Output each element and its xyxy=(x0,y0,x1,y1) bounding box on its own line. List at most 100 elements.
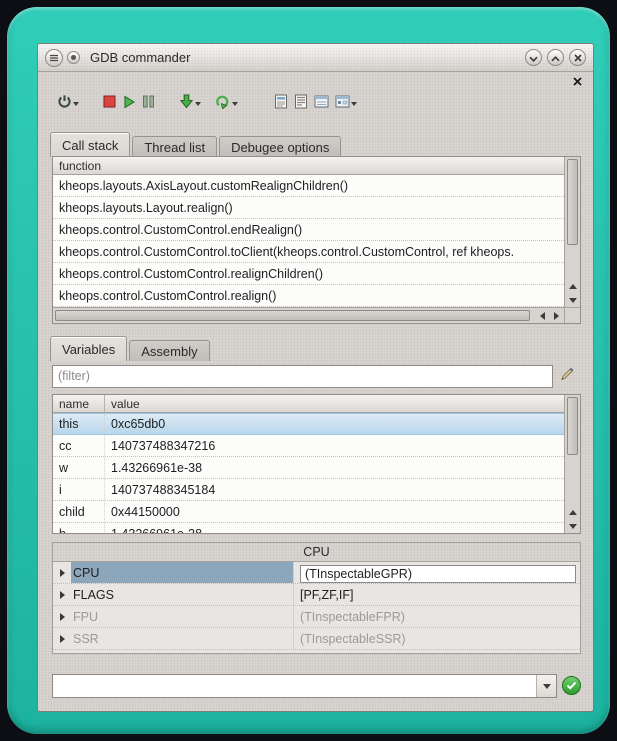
cpu-register-group[interactable]: FPU xyxy=(71,606,293,627)
dropdown-arrow-icon[interactable] xyxy=(232,102,238,106)
variables-tab-bar: Variables Assembly xyxy=(50,336,212,361)
message-list-button[interactable] xyxy=(291,91,311,117)
variable-row[interactable]: cc 140737488347216 xyxy=(53,435,564,457)
step-into-button[interactable] xyxy=(176,91,204,117)
variable-row[interactable]: i 140737488345184 xyxy=(53,479,564,501)
variable-row[interactable]: w 1.43266961e-38 xyxy=(53,457,564,479)
scroll-down-button[interactable] xyxy=(565,519,580,533)
dropdown-arrow-icon[interactable] xyxy=(351,102,357,106)
scrollbar-thumb[interactable] xyxy=(567,159,578,245)
step-into-icon xyxy=(179,94,194,114)
window-search-icon xyxy=(335,95,350,113)
memory-window-button[interactable] xyxy=(311,91,332,117)
call-stack-horizontal-scrollbar[interactable] xyxy=(53,307,564,323)
cpu-row[interactable]: FPU (TInspectableFPR) xyxy=(53,606,580,628)
stop-button[interactable] xyxy=(100,91,119,117)
debug-toolbar xyxy=(54,90,360,118)
power-icon xyxy=(57,94,72,114)
gdb-command-combobox[interactable] xyxy=(52,674,557,698)
combobox-dropdown-button[interactable] xyxy=(536,675,556,697)
call-stack-row[interactable]: kheops.layouts.Layout.realign() xyxy=(53,197,564,219)
cpu-panel-title: CPU xyxy=(53,543,580,561)
variable-value: 140737488345184 xyxy=(105,479,564,500)
scroll-down-button[interactable] xyxy=(565,293,580,307)
power-button[interactable] xyxy=(54,91,82,117)
variable-value: 140737488347216 xyxy=(105,435,564,456)
variables-vertical-scrollbar[interactable] xyxy=(564,395,580,533)
scrollbar-corner xyxy=(564,307,580,323)
maximize-button[interactable] xyxy=(547,49,564,66)
scrollbar-thumb[interactable] xyxy=(55,310,530,321)
filter-row xyxy=(52,364,581,388)
cpu-register-group[interactable]: SSR xyxy=(71,628,293,649)
call-stack-column-header[interactable]: function xyxy=(53,157,564,175)
list-icon xyxy=(294,94,308,114)
stop-icon xyxy=(103,95,116,113)
scrollbar-thumb[interactable] xyxy=(567,397,578,455)
cpu-value-editor[interactable]: (TInspectableGPR) xyxy=(300,565,576,583)
window-icon xyxy=(314,95,329,113)
tab-thread-list[interactable]: Thread list xyxy=(132,136,217,157)
cpu-register-value: (TInspectableSSR) xyxy=(293,628,580,649)
cpu-register-tree: CPU (TInspectableGPR) FLAGS [PF,ZF,IF] F… xyxy=(53,561,580,653)
titlebar[interactable]: GDB commander xyxy=(38,44,593,72)
variable-row[interactable]: this 0xc65db0 xyxy=(53,413,564,435)
close-button[interactable] xyxy=(569,49,586,66)
call-stack-list: function kheops.layouts.AxisLayout.custo… xyxy=(53,157,564,307)
minimize-button[interactable] xyxy=(525,49,542,66)
expand-icon[interactable] xyxy=(53,584,71,605)
variables-list: this 0xc65db0 cc 140737488347216 w 1.432… xyxy=(53,413,564,533)
filter-options-button[interactable] xyxy=(559,366,575,387)
tab-variables[interactable]: Variables xyxy=(50,336,127,361)
pin-button[interactable] xyxy=(67,51,80,64)
chevron-down-icon xyxy=(529,49,538,67)
cpu-row[interactable]: SSR (TInspectableSSR) xyxy=(53,628,580,650)
call-stack-row[interactable]: kheops.control.CustomControl.toClient(kh… xyxy=(53,241,564,263)
cpu-row[interactable]: FLAGS [PF,ZF,IF] xyxy=(53,584,580,606)
tab-debugee-options[interactable]: Debugee options xyxy=(219,136,341,157)
variable-row[interactable]: child 0x44150000 xyxy=(53,501,564,523)
call-stack-vertical-scrollbar[interactable] xyxy=(564,157,580,307)
scroll-left-button[interactable] xyxy=(535,308,550,323)
chevron-up-icon xyxy=(551,49,560,67)
call-stack-row[interactable]: kheops.control.CustomControl.realignChil… xyxy=(53,263,564,285)
scroll-up-button[interactable] xyxy=(565,279,580,293)
filter-input[interactable] xyxy=(52,365,553,388)
variable-row[interactable]: b 1.43266961e-38 xyxy=(53,523,564,533)
dropdown-arrow-icon[interactable] xyxy=(195,102,201,106)
pause-button[interactable] xyxy=(139,91,158,117)
send-command-button[interactable] xyxy=(562,676,581,695)
dock-close-button[interactable] xyxy=(571,76,583,88)
cpu-inspector-panel: CPU CPU (TInspectableGPR) FLAGS [PF,ZF,I… xyxy=(52,542,581,654)
menu-icon xyxy=(49,49,59,67)
windows-menu-button[interactable] xyxy=(332,91,360,117)
variable-name: child xyxy=(53,501,105,522)
tab-call-stack[interactable]: Call stack xyxy=(50,132,130,157)
scroll-up-button[interactable] xyxy=(565,505,580,519)
gdb-command-input[interactable] xyxy=(53,675,536,697)
variable-name: cc xyxy=(53,435,105,456)
document-icon xyxy=(274,94,288,114)
cpu-register-group[interactable]: CPU xyxy=(71,562,293,583)
call-stack-row[interactable]: kheops.control.CustomControl.endRealign(… xyxy=(53,219,564,241)
tab-assembly[interactable]: Assembly xyxy=(129,340,209,361)
dropdown-arrow-icon[interactable] xyxy=(73,102,79,106)
variable-name: this xyxy=(53,414,105,434)
expand-icon[interactable] xyxy=(53,628,71,649)
expand-icon[interactable] xyxy=(53,606,71,627)
variables-column-value[interactable]: value xyxy=(105,395,564,412)
close-icon xyxy=(574,49,582,67)
run-button[interactable] xyxy=(119,91,139,117)
step-over-icon xyxy=(215,94,231,114)
source-document-button[interactable] xyxy=(271,91,291,117)
call-stack-row[interactable]: kheops.control.CustomControl.realign() xyxy=(53,285,564,307)
cpu-row[interactable]: CPU (TInspectableGPR) xyxy=(53,562,580,584)
variables-column-name[interactable]: name xyxy=(53,395,105,412)
cpu-register-group[interactable]: FLAGS xyxy=(71,584,293,605)
step-over-button[interactable] xyxy=(212,91,241,117)
scroll-right-button[interactable] xyxy=(549,308,564,323)
expand-icon[interactable] xyxy=(53,562,71,583)
window-menu-button[interactable] xyxy=(45,49,63,67)
window-frame: GDB commander xyxy=(7,7,610,734)
call-stack-row[interactable]: kheops.layouts.AxisLayout.customRealignC… xyxy=(53,175,564,197)
